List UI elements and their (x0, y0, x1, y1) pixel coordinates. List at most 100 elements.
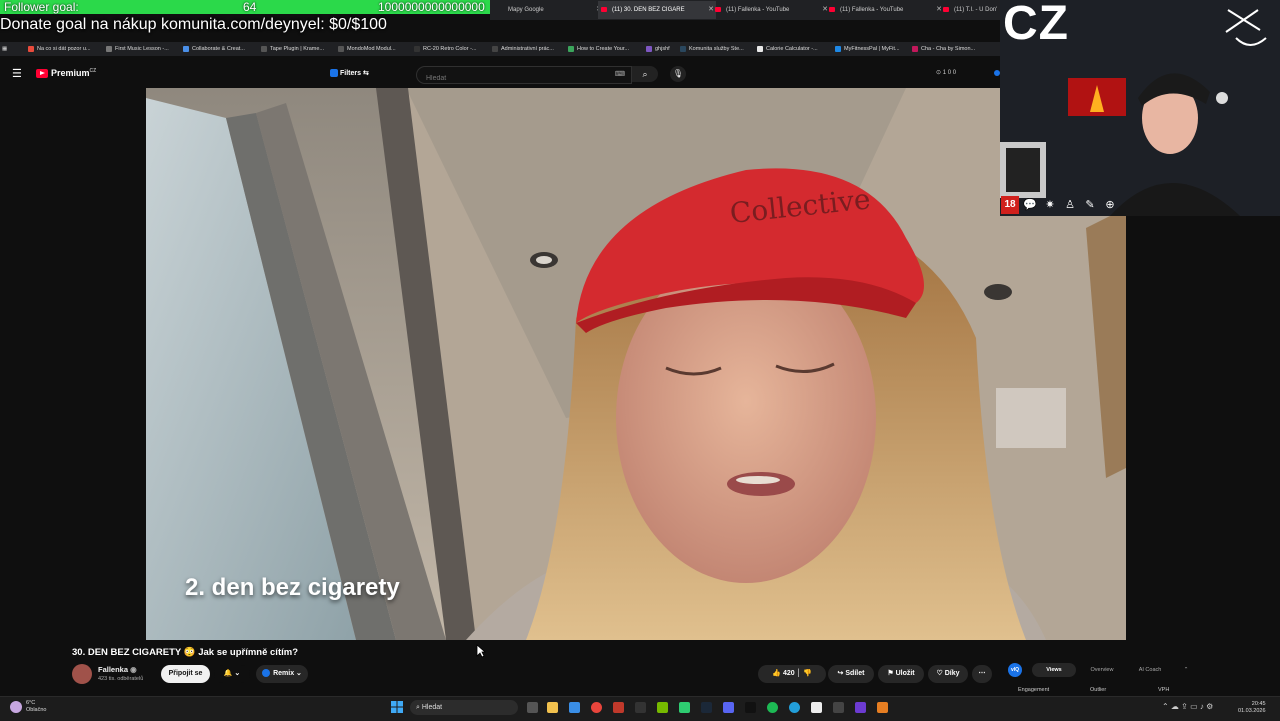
thumbs-up-icon: 👍 (772, 670, 782, 677)
chrome-icon[interactable] (591, 702, 602, 713)
notification-bell-button[interactable]: 🔔 ⌄ (214, 665, 250, 683)
bookmark-item[interactable]: Cha - Cha by Simon... (912, 42, 975, 56)
windows-start-icon[interactable] (391, 701, 403, 713)
remix-button[interactable]: Remix ⌄ (256, 665, 308, 683)
search-button[interactable]: ⌕ (632, 66, 658, 82)
video-player[interactable]: Collective (146, 88, 1126, 640)
xbox-icon[interactable] (679, 702, 690, 713)
bookmark-item[interactable]: Calorie Calculator -... (757, 42, 818, 56)
app-icon[interactable] (877, 702, 888, 713)
steam-icon[interactable] (701, 702, 712, 713)
share-icon: ↪ (837, 670, 844, 677)
search-box: ⌨ (416, 66, 632, 84)
bookmark-item[interactable]: Tape Plugin | Krame... (261, 42, 324, 56)
youtube-play-icon (36, 69, 48, 79)
follower-goal-current: 64 (243, 0, 257, 14)
bookmark-icon: ⚑ (887, 670, 894, 677)
filters-button[interactable]: Filters ⇆ (330, 69, 369, 78)
browser-tab-strip: Mapy Google✕ (11) 30. DEN BEZ CIGARE✕ (1… (490, 0, 1000, 20)
bookmark-item[interactable]: Komunita služby Ste... (680, 42, 744, 56)
more-actions-button[interactable]: ⋯ (972, 665, 992, 683)
channel-name[interactable]: Fallenka ◉ (98, 665, 137, 674)
mail-icon[interactable] (569, 702, 580, 713)
system-tray-icons[interactable]: ⌃ ☁ ⇪ ▭ ♪ ⚙ (1162, 702, 1213, 711)
heart-icon: ♡ (936, 670, 943, 677)
app-icon[interactable] (613, 702, 624, 713)
vidiq-header-engagement: Engagement (1018, 687, 1050, 693)
browser-tab-active[interactable]: (11) 30. DEN BEZ CIGARE ✕ (598, 1, 716, 19)
header-counters[interactable]: ⊙ 1 0 0 (936, 69, 956, 76)
like-count: 420 (783, 670, 795, 677)
youtube-favicon-icon (829, 7, 835, 12)
save-button[interactable]: ⚑ Uložit (878, 665, 924, 683)
app-icon[interactable] (811, 702, 822, 713)
vidiq-header-outlier: Outlier (1090, 687, 1107, 693)
browser-tab[interactable]: Mapy Google✕ (494, 1, 604, 19)
share-button[interactable]: ↪ Sdílet (828, 665, 874, 683)
video-subtitle: 2. den bez cigarety (185, 574, 400, 601)
donate-goal-text: Donate goal na nákup komunita.com/deynye… (0, 16, 387, 33)
join-button[interactable]: Připojit se (161, 665, 210, 683)
browser-tab[interactable]: (11) Fallenka - YouTube ✕ (826, 1, 944, 19)
remix-icon (262, 669, 271, 678)
app-icon[interactable] (635, 702, 646, 713)
collapse-icon[interactable]: ⌃ (1180, 663, 1192, 677)
file-explorer-icon[interactable] (547, 702, 558, 713)
bookmarks-bar: ▦ Na co si dát pozor u... First Music Le… (0, 42, 1000, 56)
browser-tab[interactable]: (11) Fallenka - YouTube ✕ (712, 1, 830, 19)
bookmark-item[interactable]: MondoMod Modul... (338, 42, 396, 56)
bookmark-item[interactable]: Administrativní prác... (492, 42, 554, 56)
tiktok-icon[interactable] (745, 702, 756, 713)
video-frame: Collective (146, 88, 1126, 640)
menu-icon[interactable]: ☰ (12, 67, 22, 80)
bookmark-item[interactable]: How to Create Your... (568, 42, 629, 56)
spotify-icon[interactable] (767, 702, 778, 713)
apps-icon[interactable]: ▦ (2, 42, 7, 56)
obs-icon[interactable] (833, 702, 844, 713)
vidiq-tab-views[interactable]: Views (1032, 663, 1076, 677)
task-view-icon[interactable] (527, 702, 538, 713)
search-icon: ⌕ (416, 704, 420, 711)
search-input[interactable] (424, 74, 608, 83)
channel-avatar[interactable] (72, 664, 92, 684)
age-18-icon: 18 (1001, 196, 1019, 214)
nvidia-icon[interactable] (657, 702, 668, 713)
mouse-cursor-icon (476, 644, 486, 658)
bookmark-item[interactable]: Na co si dát pozor u... (28, 42, 91, 56)
telegram-icon[interactable] (789, 702, 800, 713)
youtube-logo[interactable]: PremiumCZ (36, 68, 96, 79)
vidiq-tab-overview[interactable]: Overview (1080, 663, 1124, 677)
microphone-icon: 🎙 (672, 69, 684, 78)
bookmark-item[interactable]: First Music Lesson -... (106, 42, 169, 56)
vidiq-icon (330, 69, 338, 78)
globe-icon: ⊕ (1105, 199, 1115, 211)
like-dislike-button[interactable]: 👍 420 │ 👎 (758, 665, 826, 683)
follower-goal-bar: Follower goal: 64 1000000000000000 (0, 0, 500, 14)
app-icon[interactable] (855, 702, 866, 713)
video-title: 30. DEN BEZ CIGARETY 😳 Jak se upřímně cí… (72, 647, 298, 658)
country-label: CZ (1003, 0, 1069, 50)
youtube-favicon-icon (943, 7, 949, 12)
vidiq-tab-ai-coach[interactable]: AI Coach (1128, 663, 1172, 677)
bookmark-item[interactable]: ghjshf (646, 42, 670, 56)
thanks-button[interactable]: ♡ Díky (928, 665, 968, 683)
youtube-favicon-icon (715, 7, 721, 12)
keyboard-icon[interactable]: ⌨ (615, 70, 625, 78)
taskbar-clock[interactable]: 20:45 01.03.2026 (1238, 701, 1266, 714)
weather-widget[interactable]: 6°C Oblačno (26, 700, 47, 713)
search-icon: ⌕ (642, 69, 648, 79)
discord-icon[interactable] (723, 702, 734, 713)
bookmark-item[interactable]: RC-20 Retro Color -... (414, 42, 477, 56)
figures-icon: ♙ (1065, 199, 1075, 211)
taskbar-search[interactable]: ⌕ Hledat (410, 700, 518, 715)
thumbs-down-icon[interactable]: 👎 (803, 670, 812, 677)
subscriber-count: 423 tis. odběratelů (98, 676, 144, 682)
bookmark-item[interactable]: Collaborate & Creat... (183, 42, 245, 56)
syringe-icon: ✎ (1085, 199, 1095, 211)
voice-search-button[interactable]: 🎙 (670, 66, 686, 82)
weather-icon[interactable] (10, 701, 22, 713)
vidiq-header-vph: VPH (1158, 687, 1170, 693)
vidiq-panel: vIQ Views Overview AI Coach ⌃ Engagement… (1002, 660, 1198, 696)
follower-goal-target: 1000000000000000 (378, 0, 485, 14)
bookmark-item[interactable]: MyFitnessPal | MyFit... (835, 42, 900, 56)
